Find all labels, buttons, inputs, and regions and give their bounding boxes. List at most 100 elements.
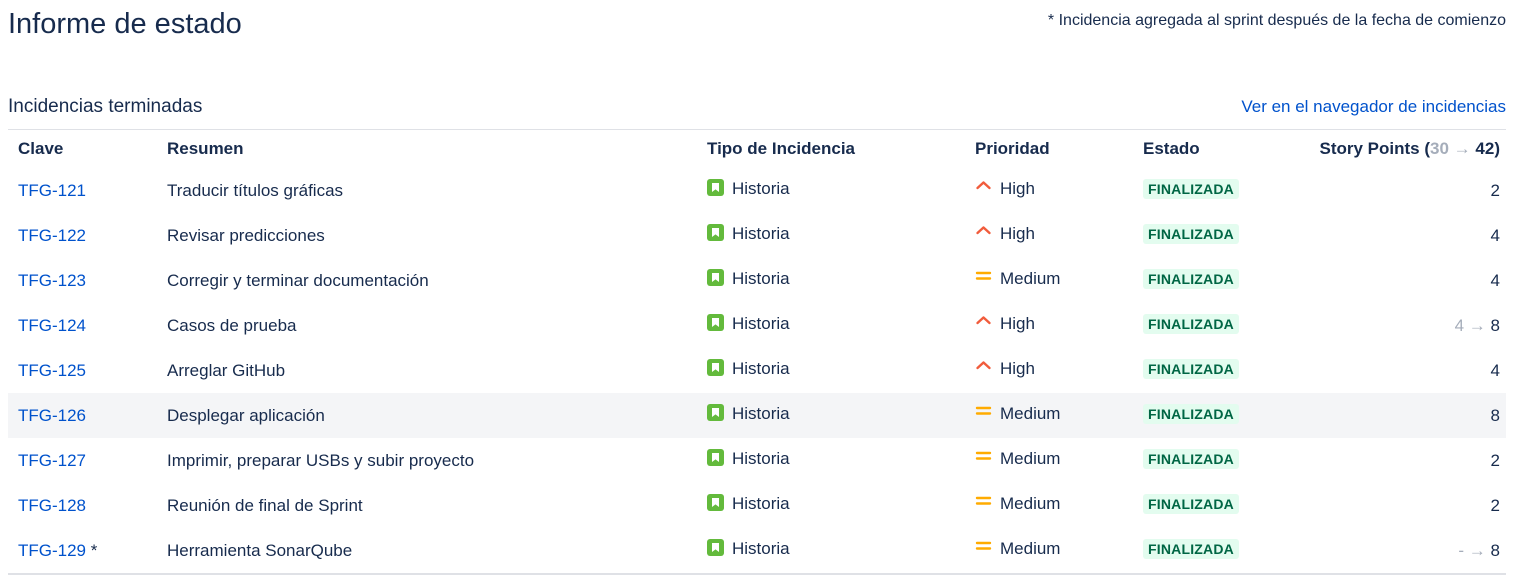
issue-type-cell: Historia	[697, 168, 965, 213]
status-badge: FINALIZADA	[1143, 178, 1239, 199]
issue-type-label: Historia	[732, 178, 790, 198]
issue-type-cell: Historia	[697, 213, 965, 258]
issue-key-cell: TFG-124	[8, 303, 157, 348]
issue-type-cell: Historia	[697, 258, 965, 303]
column-header-status[interactable]: Estado	[1133, 130, 1303, 169]
priority-high-icon	[975, 357, 992, 374]
table-row[interactable]: TFG-123 Corregir y terminar documentació…	[8, 258, 1506, 303]
issue-type-label: Historia	[732, 313, 790, 333]
column-header-story-points[interactable]: Story Points (30 → 42)	[1303, 130, 1506, 169]
issue-priority-label: Medium	[1000, 268, 1061, 288]
priority-high-icon	[975, 312, 992, 329]
issue-type-cell: Historia	[697, 348, 965, 393]
story-points-value: 4	[1490, 360, 1500, 380]
story-icon	[707, 539, 724, 557]
issue-story-points: 4	[1303, 213, 1506, 258]
status-badge: FINALIZADA	[1143, 493, 1239, 514]
table-row[interactable]: TFG-126 Desplegar aplicación Historia Me…	[8, 393, 1506, 438]
added-after-start-marker: *	[86, 540, 98, 560]
issue-story-points: 4	[1303, 258, 1506, 303]
status-badge: FINALIZADA	[1143, 358, 1239, 379]
priority-medium-icon	[975, 402, 992, 419]
status-badge: FINALIZADA	[1143, 313, 1239, 334]
view-in-issue-navigator-link[interactable]: Ver en el navegador de incidencias	[1241, 97, 1506, 117]
story-icon	[707, 179, 724, 197]
column-header-key[interactable]: Clave	[8, 130, 157, 169]
issue-key-link[interactable]: TFG-127	[18, 451, 86, 470]
story-icon	[707, 404, 724, 422]
issue-type-label: Historia	[732, 538, 790, 558]
table-row[interactable]: TFG-121 Traducir títulos gráficas Histor…	[8, 168, 1506, 213]
story-points-value: 2	[1490, 180, 1500, 200]
table-row[interactable]: TFG-124 Casos de prueba Historia High FI…	[8, 303, 1506, 348]
issue-priority-label: Medium	[1000, 493, 1061, 513]
issue-summary: Traducir títulos gráficas	[167, 180, 344, 200]
story-points-value: 4	[1490, 225, 1500, 245]
table-row[interactable]: TFG-125 Arreglar GitHub Historia High FI…	[8, 348, 1506, 393]
issue-type-label: Historia	[732, 403, 790, 423]
story-icon	[707, 314, 724, 332]
story-points-label: Story Points (	[1319, 139, 1431, 158]
story-points-close: )	[1494, 139, 1500, 158]
added-after-start-note: * Incidencia agregada al sprint después …	[1047, 12, 1506, 29]
table-row[interactable]: TFG-129 * Herramienta SonarQube Historia…	[8, 528, 1506, 574]
issue-summary: Casos de prueba	[167, 315, 297, 335]
issue-type-cell: Historia	[697, 528, 965, 574]
story-points-value: 2	[1490, 495, 1500, 515]
column-header-type[interactable]: Tipo de Incidencia	[697, 130, 965, 169]
issue-type-label: Historia	[732, 358, 790, 378]
table-row[interactable]: TFG-122 Revisar predicciones Historia Hi…	[8, 213, 1506, 258]
table-row[interactable]: TFG-128 Reunión de final de Sprint Histo…	[8, 483, 1506, 528]
issue-type-cell: Historia	[697, 483, 965, 528]
issue-key-link[interactable]: TFG-124	[18, 316, 86, 335]
issue-key-link[interactable]: TFG-129	[18, 541, 86, 560]
story-points-arrow: →	[1453, 139, 1471, 158]
table-row[interactable]: TFG-127 Imprimir, preparar USBs y subir …	[8, 438, 1506, 483]
issue-priority-cell: Medium	[965, 528, 1133, 574]
completed-issues-table: Clave Resumen Tipo de Incidencia Priorid…	[8, 129, 1506, 575]
status-badge: FINALIZADA	[1143, 538, 1239, 559]
issue-key-cell: TFG-122	[8, 213, 157, 258]
issue-type-cell: Historia	[697, 393, 965, 438]
issue-story-points: 4	[1303, 348, 1506, 393]
issue-priority-label: Medium	[1000, 403, 1061, 423]
issue-type-label: Historia	[732, 223, 790, 243]
issue-type-label: Historia	[732, 268, 790, 288]
priority-medium-icon	[975, 492, 992, 509]
issue-priority-label: High	[1000, 178, 1035, 198]
status-badge: FINALIZADA	[1143, 448, 1239, 469]
story-points-final: 42	[1475, 139, 1495, 158]
issue-key-link[interactable]: TFG-123	[18, 271, 86, 290]
issue-status-cell: FINALIZADA	[1133, 213, 1303, 258]
issue-story-points: 2	[1303, 438, 1506, 483]
issue-priority-cell: Medium	[965, 438, 1133, 483]
story-points-value: 4	[1490, 270, 1500, 290]
issue-priority-label: High	[1000, 313, 1035, 333]
page-title: Informe de estado	[8, 8, 242, 40]
column-header-priority[interactable]: Prioridad	[965, 130, 1133, 169]
issue-key-cell: TFG-123	[8, 258, 157, 303]
issue-key-cell: TFG-126	[8, 393, 157, 438]
priority-medium-icon	[975, 267, 992, 284]
issue-key-link[interactable]: TFG-122	[18, 226, 86, 245]
story-icon	[707, 494, 724, 512]
issue-key-link[interactable]: TFG-126	[18, 406, 86, 425]
column-header-summary[interactable]: Resumen	[157, 130, 697, 169]
issue-status-cell: FINALIZADA	[1133, 528, 1303, 574]
issue-key-link[interactable]: TFG-128	[18, 496, 86, 515]
issue-summary: Imprimir, preparar USBs y subir proyecto	[167, 450, 475, 470]
issue-summary: Reunión de final de Sprint	[167, 495, 363, 515]
issue-type-cell: Historia	[697, 438, 965, 483]
issue-status-cell: FINALIZADA	[1133, 348, 1303, 393]
issue-priority-cell: Medium	[965, 483, 1133, 528]
story-points-value: 8	[1490, 315, 1500, 335]
status-badge: FINALIZADA	[1143, 403, 1239, 424]
issue-summary: Arreglar GitHub	[167, 360, 286, 380]
priority-medium-icon	[975, 537, 992, 554]
issue-key-link[interactable]: TFG-125	[18, 361, 86, 380]
issue-priority-label: High	[1000, 358, 1035, 378]
issue-key-cell: TFG-125	[8, 348, 157, 393]
issue-story-points: 8	[1303, 393, 1506, 438]
issue-priority-cell: High	[965, 213, 1133, 258]
issue-key-link[interactable]: TFG-121	[18, 181, 86, 200]
